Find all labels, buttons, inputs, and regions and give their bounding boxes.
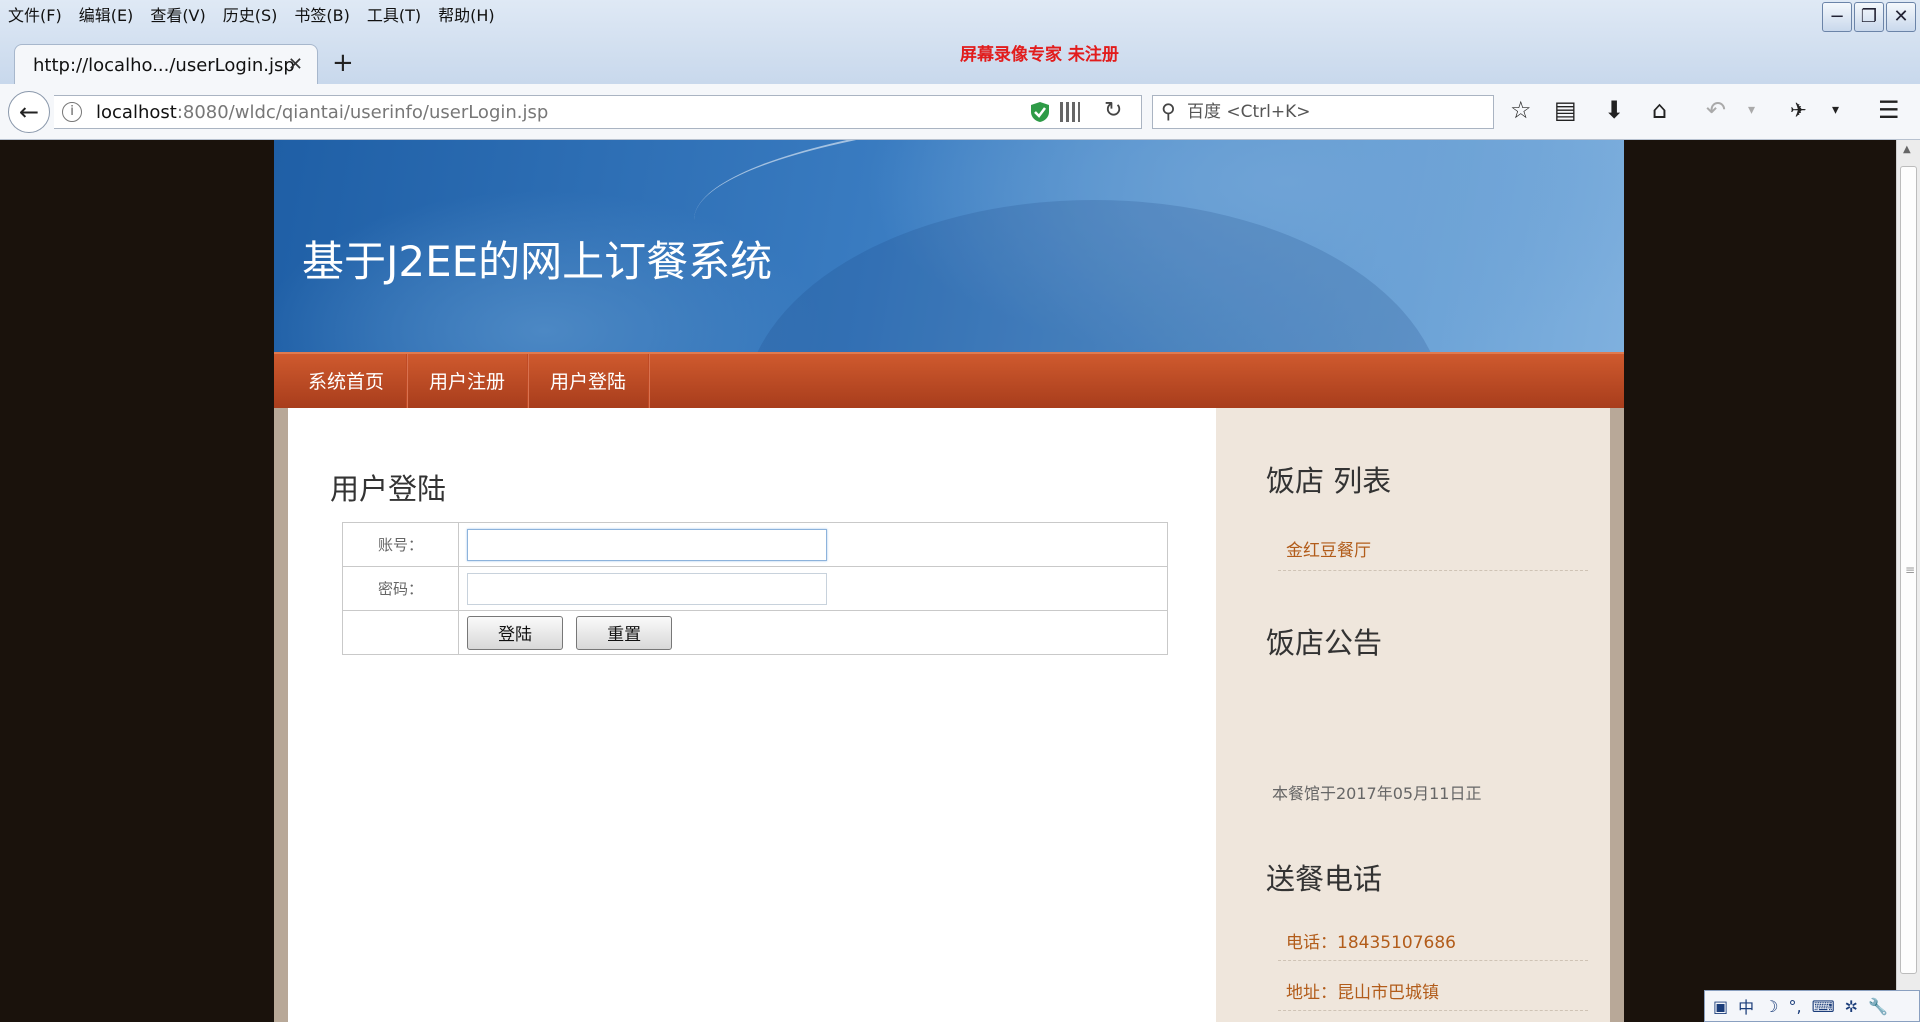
- menu-tools[interactable]: 工具(T): [367, 2, 421, 26]
- divider: [1278, 1010, 1588, 1011]
- reset-button[interactable]: 重置: [576, 615, 673, 650]
- main-content: 用户登陆 账号： 密码： 登陆 重置: [288, 408, 1216, 1022]
- qr-code-icon[interactable]: [1060, 102, 1080, 122]
- minimize-icon[interactable]: −: [1822, 2, 1852, 32]
- account-input[interactable]: [467, 528, 827, 561]
- close-window-icon[interactable]: ✕: [1886, 2, 1916, 32]
- page-scrollbar[interactable]: ▲ ≡: [1896, 140, 1920, 1022]
- delivery-title: 送餐电话: [1266, 862, 1383, 896]
- web-page: 基于J2EE的网上订餐系统 系统首页 用户注册 用户登陆 用户登陆 账号： 密码…: [274, 140, 1624, 1022]
- moon-icon[interactable]: ☽: [1764, 997, 1778, 1016]
- address-text: 地址：昆山市巴城镇: [1286, 983, 1439, 1003]
- punctuation-icon[interactable]: °,: [1788, 997, 1801, 1016]
- button-row-spacer: [342, 610, 459, 655]
- divider: [1278, 570, 1588, 571]
- window-controls: − ❐ ✕: [1822, 2, 1916, 32]
- ime-toolbar: ▣ 中 ☽ °, ⌨ ✲ 🔧: [1704, 990, 1920, 1022]
- reading-list-icon[interactable]: ▤: [1554, 96, 1577, 124]
- nav-home[interactable]: 系统首页: [286, 354, 408, 408]
- extension-dropdown-icon[interactable]: ▾: [1832, 102, 1839, 118]
- browser-titlebar: 文件(F) 编辑(E) 查看(V) 历史(S) 书签(B) 工具(T) 帮助(H…: [0, 0, 1920, 86]
- menu-edit[interactable]: 编辑(E): [79, 2, 134, 26]
- url-text: localhost:8080/wldc/qiantai/userinfo/use…: [96, 102, 549, 123]
- login-button[interactable]: 登陆: [467, 615, 563, 650]
- menu-view[interactable]: 查看(V): [150, 2, 205, 26]
- site-banner: 基于J2EE的网上订餐系统: [274, 140, 1624, 352]
- scroll-up-icon[interactable]: ▲: [1903, 144, 1911, 155]
- tools-icon[interactable]: ✲: [1845, 997, 1858, 1016]
- site-title: 基于J2EE的网上订餐系统: [302, 237, 773, 286]
- tab-close-icon[interactable]: ✕: [288, 54, 303, 75]
- menu-bookmarks[interactable]: 书签(B): [294, 2, 349, 26]
- keyboard-icon[interactable]: ⌨: [1812, 997, 1835, 1016]
- ime-mode[interactable]: 中: [1738, 994, 1754, 1018]
- search-icon: ⚲: [1161, 99, 1176, 123]
- site-info-icon[interactable]: i: [62, 102, 82, 122]
- divider: [1278, 960, 1588, 961]
- shield-icon[interactable]: [1030, 101, 1050, 123]
- restaurant-list-title: 饭店 列表: [1266, 464, 1392, 498]
- grip-icon: ≡: [1905, 563, 1916, 577]
- password-label: 密码：: [342, 566, 459, 611]
- password-input[interactable]: [467, 572, 827, 605]
- search-input[interactable]: [1187, 102, 1477, 122]
- restore-icon[interactable]: ❐: [1854, 2, 1884, 32]
- menu-history[interactable]: 历史(S): [223, 2, 278, 26]
- dropdown-disabled-icon[interactable]: ▾: [1748, 102, 1755, 118]
- scroll-thumb[interactable]: ≡: [1900, 166, 1917, 974]
- account-label: 账号：: [342, 522, 459, 567]
- ime-logo-icon[interactable]: ▣: [1713, 997, 1728, 1016]
- recorder-watermark: 屏幕录像专家 未注册: [960, 45, 1119, 65]
- menu-file[interactable]: 文件(F): [8, 2, 62, 26]
- login-form: 账号： 密码： 登陆 重置: [342, 522, 1168, 655]
- new-tab-icon[interactable]: +: [332, 48, 354, 78]
- nav-login[interactable]: 用户登陆: [528, 354, 650, 408]
- nav-register[interactable]: 用户注册: [407, 354, 529, 408]
- browser-navbar: ← i localhost:8080/wldc/qiantai/userinfo…: [0, 84, 1920, 140]
- tab-title: http://localho.../userLogin.jsp: [33, 55, 295, 76]
- address-bar[interactable]: i localhost:8080/wldc/qiantai/userinfo/u…: [54, 95, 1142, 129]
- notice-text: 本餐馆于2017年05月11日正: [1272, 784, 1482, 803]
- menu-help[interactable]: 帮助(H): [438, 2, 495, 26]
- bookmark-star-icon[interactable]: ☆: [1510, 96, 1532, 124]
- phone-text: 电话：18435107686: [1286, 933, 1456, 953]
- home-icon[interactable]: ⌂: [1652, 96, 1667, 124]
- download-icon[interactable]: ⬇: [1604, 96, 1624, 124]
- hamburger-menu-icon[interactable]: ☰: [1878, 96, 1900, 124]
- login-heading: 用户登陆: [330, 472, 447, 506]
- search-box[interactable]: ⚲: [1152, 95, 1494, 129]
- wrench-icon[interactable]: 🔧: [1868, 997, 1888, 1016]
- extension-icon[interactable]: ✈: [1790, 98, 1807, 122]
- notice-title: 饭店公告: [1266, 626, 1383, 660]
- site-menu: 系统首页 用户注册 用户登陆: [274, 352, 1624, 408]
- browser-menubar: 文件(F) 编辑(E) 查看(V) 历史(S) 书签(B) 工具(T) 帮助(H…: [0, 0, 512, 28]
- sidebar: 饭店 列表 金红豆餐厅 饭店公告 本餐馆于2017年05月11日正 送餐电话 电…: [1216, 408, 1610, 1022]
- back-arrow-icon[interactable]: ←: [8, 91, 50, 133]
- restaurant-link[interactable]: 金红豆餐厅: [1286, 536, 1371, 561]
- reload-icon[interactable]: ↻: [1104, 98, 1122, 123]
- browser-tab[interactable]: http://localho.../userLogin.jsp ✕: [14, 44, 318, 86]
- undo-icon[interactable]: ↶: [1706, 96, 1726, 124]
